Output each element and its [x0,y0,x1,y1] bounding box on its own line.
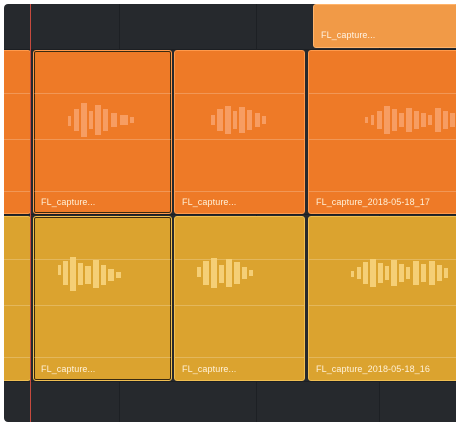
waveform [351,259,448,287]
clip-label: FL_capture... [321,30,376,40]
audio-clip[interactable] [4,50,31,214]
clip-label: FL_capture_2018-05-18_16 [316,364,430,374]
audio-clip[interactable]: FL_capture... [174,216,305,381]
waveform [197,258,253,288]
clip-label: FL_capture... [182,197,237,207]
timeline-viewer[interactable]: FL_capture... FL_capture... FL_capture..… [4,4,456,422]
waveform [58,257,121,291]
track-divider [4,214,456,215]
playhead[interactable] [30,4,31,422]
clip-label: FL_capture... [182,364,237,374]
clip-label: FL_capture... [41,197,96,207]
waveform [211,106,266,134]
audio-clip[interactable]: FL_capture... [33,216,172,381]
audio-clip[interactable]: FL_capture_2018-05-18_17 [308,50,456,214]
top-clip[interactable]: FL_capture... [313,4,456,48]
waveform [365,106,455,134]
audio-clip[interactable]: FL_capture_2018-05-18_16 [308,216,456,381]
track-divider [4,381,456,382]
clip-label: FL_capture... [41,364,96,374]
audio-clip[interactable]: FL_capture... [174,50,305,214]
audio-clip[interactable]: FL_capture... [33,50,172,214]
audio-clip[interactable] [4,216,31,381]
waveform [68,103,134,137]
clip-label: FL_capture_2018-05-18_17 [316,197,430,207]
